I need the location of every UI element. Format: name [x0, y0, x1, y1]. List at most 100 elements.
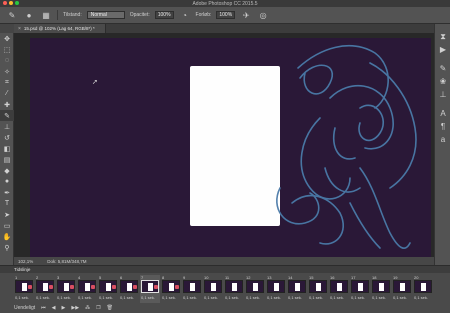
hand-tool-icon[interactable]: ✋ [0, 231, 14, 242]
title-bar: Adobe Photoshop CC 2015.5 [0, 0, 450, 7]
zoom-tool-icon[interactable]: ⚲ [0, 242, 14, 253]
zoom-level[interactable]: 102,1% [18, 259, 33, 264]
brush-presets-panel-icon[interactable]: ❀ [435, 75, 450, 88]
frame-thumbnail [183, 280, 201, 293]
frame-duration[interactable]: 0,1 sek. [141, 295, 155, 300]
tween-button[interactable]: ⁂ [85, 305, 90, 311]
pressure-size-icon[interactable]: ◎ [257, 10, 269, 21]
delete-frame-button[interactable]: 🗑 [107, 305, 113, 311]
move-tool-icon[interactable]: ✥ [0, 33, 14, 44]
timeline-frame[interactable]: 15 0,1 sek. [308, 275, 328, 303]
timeline-frame[interactable]: 19 0,1 sek. [392, 275, 412, 303]
timeline-frame[interactable]: 1 0,1 sek. [14, 275, 34, 303]
close-tab-icon[interactable]: × [18, 26, 21, 32]
brush-tool-icon[interactable]: ✎ [6, 10, 18, 21]
timeline-frame[interactable]: 6 0,1 sek. [119, 275, 139, 303]
frame-duration[interactable]: 0,1 sek. [78, 295, 92, 300]
timeline-frame[interactable]: 2 0,1 sek. [35, 275, 55, 303]
quick-selection-tool-icon[interactable]: ✧ [0, 66, 14, 77]
dodge-tool-icon[interactable]: ● [0, 176, 14, 187]
timeline-controls: Uendeligt ⏮ ◀ ▶ ▶▶ ⁂ ❐ 🗑 [14, 305, 113, 311]
flow-field[interactable]: 100% [216, 11, 236, 19]
timeline-title[interactable]: Tidslinje [14, 267, 30, 272]
type-tool-icon[interactable]: T [0, 198, 14, 209]
timeline-frame[interactable]: 20 0,1 sek. [413, 275, 433, 303]
opacity-label: Opacitet: [129, 12, 150, 18]
timeline-frame[interactable]: 16 0,1 sek. [329, 275, 349, 303]
frame-duration[interactable]: 0,1 sek. [288, 295, 302, 300]
eyedropper-tool-icon[interactable]: ⁄ [0, 88, 14, 99]
first-frame-button[interactable]: ⏮ [41, 305, 46, 311]
history-brush-tool-icon[interactable]: ↺ [0, 132, 14, 143]
frame-duration[interactable]: 0,1 sek. [99, 295, 113, 300]
lasso-tool-icon[interactable]: ◌ [0, 55, 14, 66]
glyphs-panel-icon[interactable]: a [435, 133, 450, 146]
cursor-icon: ➚ [92, 79, 98, 86]
frame-duration[interactable]: 0,1 sek. [372, 295, 386, 300]
timeline-frame[interactable]: 3 0,1 sek. [56, 275, 76, 303]
opacity-field[interactable]: 100% [154, 11, 174, 19]
frame-duration[interactable]: 0,1 sek. [204, 295, 218, 300]
previous-frame-button[interactable]: ◀ [52, 305, 56, 311]
flow-label: Forløb: [195, 12, 212, 18]
window-title: Adobe Photoshop CC 2015.5 [192, 0, 258, 7]
pen-tool-icon[interactable]: ✒ [0, 187, 14, 198]
brush-size-icon[interactable]: ● [23, 10, 35, 21]
document-tab[interactable]: × 15.psd @ 102% (Lag 64, RGB/8*) * [14, 24, 106, 33]
timeline-frame[interactable]: 9 0,1 sek. [182, 275, 202, 303]
frame-duration[interactable]: 0,1 sek. [15, 295, 29, 300]
clone-stamp-tool-icon[interactable]: ⊥ [0, 121, 14, 132]
brush-tool-icon[interactable]: ✎ [0, 110, 14, 121]
brush-settings-icon[interactable]: ▦ [40, 10, 52, 21]
timeline-frame[interactable]: 12 0,1 sek. [245, 275, 265, 303]
frame-duration[interactable]: 0,1 sek. [225, 295, 239, 300]
rectangle-tool-icon[interactable]: ▭ [0, 220, 14, 231]
frame-duration[interactable]: 0,1 sek. [330, 295, 344, 300]
character-panel-icon[interactable]: A [435, 107, 450, 120]
brushes-panel-icon[interactable]: ✎ [435, 62, 450, 75]
timeline-frame[interactable]: 4 0,1 sek. [77, 275, 97, 303]
frame-duration[interactable]: 0,1 sek. [36, 295, 50, 300]
path-selection-tool-icon[interactable]: ➤ [0, 209, 14, 220]
loop-options-select[interactable]: Uendeligt [14, 305, 35, 311]
pressure-opacity-icon[interactable]: ◔ [179, 10, 191, 21]
frame-thumbnail [120, 280, 138, 293]
frame-duration[interactable]: 0,1 sek. [309, 295, 323, 300]
frame-duration[interactable]: 0,1 sek. [57, 295, 71, 300]
frame-duration[interactable]: 0,1 sek. [351, 295, 365, 300]
timeline-frame[interactable]: 13 0,1 sek. [266, 275, 286, 303]
clone-source-panel-icon[interactable]: ⊥ [435, 88, 450, 101]
gradient-tool-icon[interactable]: ▤ [0, 154, 14, 165]
timeline-frame[interactable]: 10 0,1 sek. [203, 275, 223, 303]
play-button[interactable]: ▶ [62, 305, 66, 311]
frame-thumbnail [351, 280, 369, 293]
frame-duration[interactable]: 0,1 sek. [246, 295, 260, 300]
timeline-frame[interactable]: 14 0,1 sek. [287, 275, 307, 303]
blur-tool-icon[interactable]: ◆ [0, 165, 14, 176]
timeline-header: Tidslinje [0, 266, 450, 273]
crop-tool-icon[interactable]: ⌗ [0, 77, 14, 88]
paragraph-panel-icon[interactable]: ¶ [435, 120, 450, 133]
timeline-frame[interactable]: 8 0,1 sek. [161, 275, 181, 303]
frame-duration[interactable]: 0,1 sek. [183, 295, 197, 300]
timeline-frame[interactable]: 7 0,1 sek. [140, 275, 160, 303]
blend-mode-select[interactable]: Normal [86, 11, 125, 19]
timeline-frame[interactable]: 5 0,1 sek. [98, 275, 118, 303]
frame-duration[interactable]: 0,1 sek. [414, 295, 428, 300]
marquee-tool-icon[interactable]: ⬚ [0, 44, 14, 55]
actions-panel-icon[interactable]: ▶ [435, 43, 450, 56]
next-frame-button[interactable]: ▶▶ [71, 305, 79, 311]
timeline-frame[interactable]: 18 0,1 sek. [371, 275, 391, 303]
airbrush-icon[interactable]: ✈ [240, 10, 252, 21]
frame-duration[interactable]: 0,1 sek. [120, 295, 134, 300]
frame-duration[interactable]: 0,1 sek. [162, 295, 176, 300]
eraser-tool-icon[interactable]: ◧ [0, 143, 14, 154]
history-panel-icon[interactable]: ⧗ [435, 30, 450, 43]
frame-duration[interactable]: 0,1 sek. [393, 295, 407, 300]
frame-duration[interactable]: 0,1 sek. [267, 295, 281, 300]
timeline-frame[interactable]: 11 0,1 sek. [224, 275, 244, 303]
document-canvas[interactable]: ➚ [30, 38, 431, 257]
healing-brush-tool-icon[interactable]: ✚ [0, 99, 14, 110]
duplicate-frame-button[interactable]: ❐ [96, 305, 100, 311]
timeline-frame[interactable]: 17 0,1 sek. [350, 275, 370, 303]
